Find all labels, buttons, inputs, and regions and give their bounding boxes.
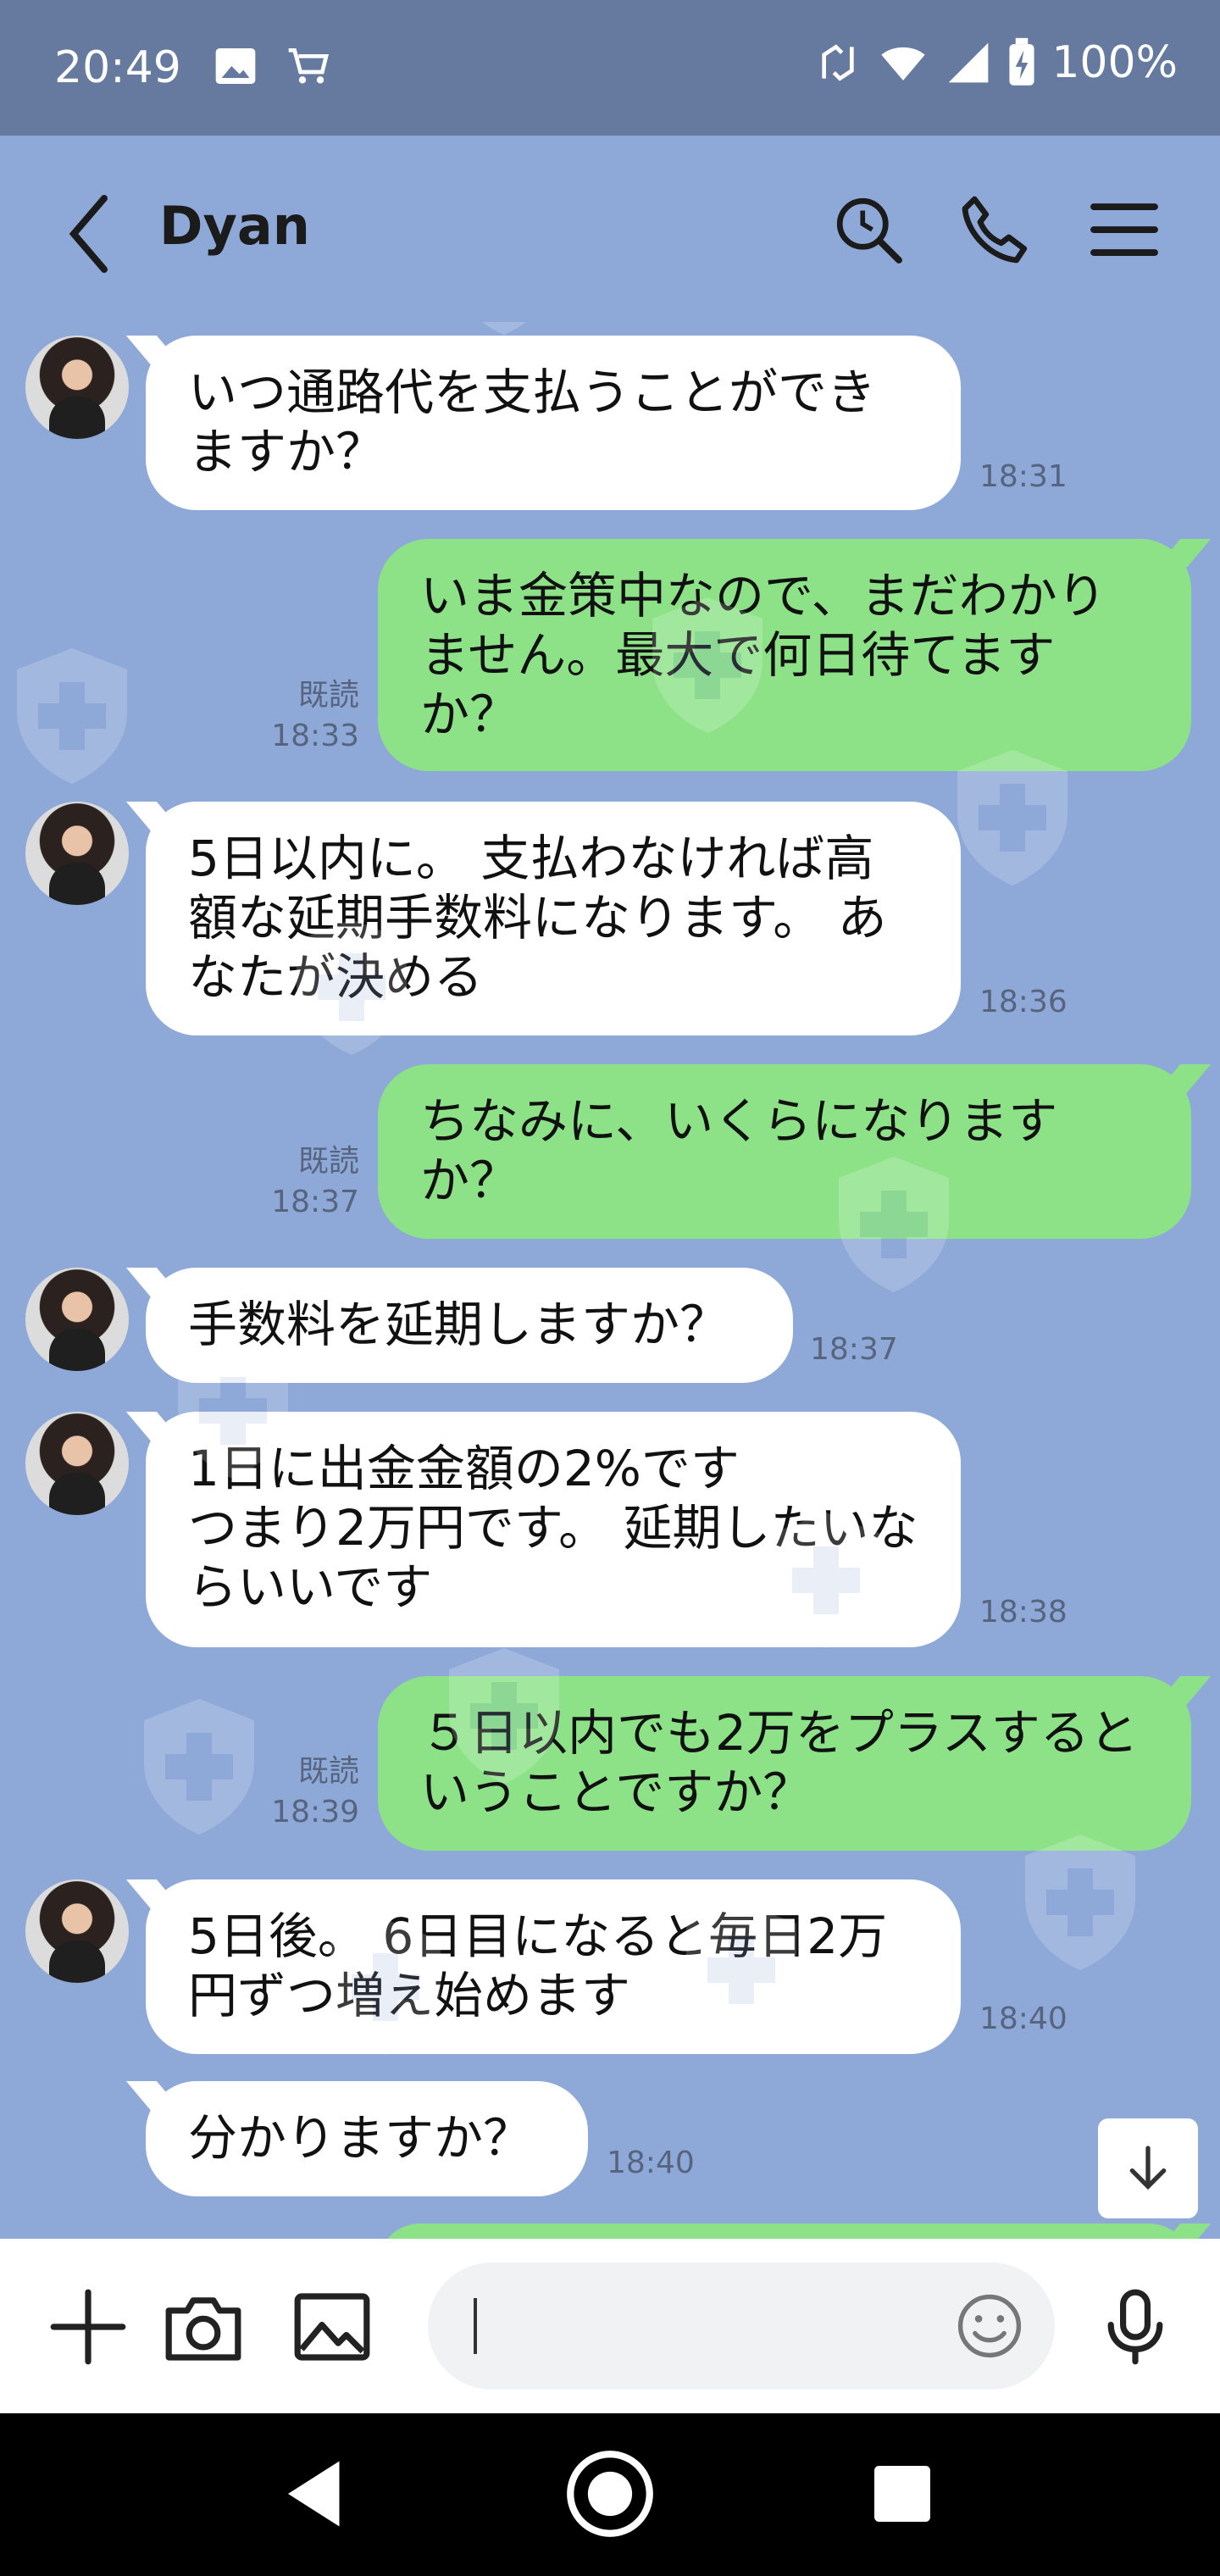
- plus-icon[interactable]: [47, 2286, 129, 2368]
- text-cursor: [474, 2298, 477, 2354]
- nav-home-icon[interactable]: [563, 2447, 657, 2540]
- shield-icon: [17, 648, 127, 784]
- contact-name[interactable]: Dyan: [159, 195, 310, 257]
- cart-icon: [288, 48, 329, 84]
- message-bubble-outgoing[interactable]: ５日以内でも2万をプラスするということですか？: [378, 1676, 1191, 1851]
- back-icon[interactable]: [59, 192, 119, 276]
- signal-icon: [948, 42, 989, 83]
- battery-percent: 100%: [1051, 37, 1178, 88]
- message-input[interactable]: [428, 2262, 1055, 2390]
- message-bubble-incoming[interactable]: 1日に出金金額の2%です つまり2万円です。 延期したいならいいです: [146, 1412, 961, 1647]
- scroll-to-bottom-button[interactable]: [1098, 2118, 1198, 2218]
- read-receipt: 既読: [297, 678, 359, 713]
- system-nav-bar: [0, 2413, 1220, 2576]
- message-time: 18:40: [607, 2146, 695, 2180]
- message-time: 18:37: [271, 1185, 359, 1219]
- emoji-icon[interactable]: [953, 2290, 1026, 2362]
- message-bubble-incoming[interactable]: 手数料を延期しますか？: [146, 1268, 793, 1383]
- message-time: 18:31: [979, 459, 1068, 494]
- message-bubble-incoming[interactable]: 5日後。 6日目になると毎日2万円ずつ増え始めます: [146, 1879, 961, 2054]
- chat-header: Dyan: [0, 136, 1220, 322]
- nav-back-icon[interactable]: [269, 2447, 363, 2540]
- avatar[interactable]: [25, 1268, 129, 1371]
- read-receipt: 既読: [297, 1754, 359, 1789]
- avatar[interactable]: [25, 1412, 129, 1515]
- camera-icon[interactable]: [163, 2286, 244, 2368]
- message-bubble-outgoing[interactable]: [378, 2223, 1191, 2239]
- message-input-bar: [0, 2239, 1220, 2413]
- phone-icon[interactable]: [957, 192, 1034, 268]
- shield-icon: [144, 1699, 254, 1835]
- message-time: 18:38: [979, 1595, 1068, 1629]
- message-bubble-incoming[interactable]: いつ通路代を支払うことができますか？: [146, 336, 961, 510]
- avatar[interactable]: [25, 336, 129, 439]
- battery-icon: [1009, 37, 1034, 86]
- message-time: 18:37: [810, 1332, 898, 1367]
- image-icon[interactable]: [291, 2286, 373, 2368]
- message-time: 18:39: [271, 1795, 359, 1829]
- message-bubble-outgoing[interactable]: ちなみに、いくらになりますか？: [378, 1064, 1191, 1239]
- arrow-down-icon: [1129, 2146, 1167, 2190]
- message-time: 18:33: [271, 719, 359, 753]
- read-receipt: 既読: [297, 1144, 359, 1179]
- message-time: 18:40: [979, 2001, 1068, 2036]
- search-icon[interactable]: [830, 192, 907, 268]
- avatar[interactable]: [25, 802, 129, 905]
- shield-icon: [1025, 1835, 1135, 1970]
- wifi-icon: [881, 47, 925, 80]
- nfc-icon: [822, 44, 854, 81]
- message-time: 18:36: [979, 985, 1068, 1019]
- nav-recents-icon[interactable]: [856, 2447, 949, 2540]
- mic-icon[interactable]: [1095, 2286, 1176, 2368]
- message-bubble-incoming[interactable]: 5日以内に。 支払わなければ高額な延期手数料になります。 あなたが決める: [146, 802, 961, 1035]
- menu-icon[interactable]: [1086, 192, 1162, 268]
- message-bubble-incoming[interactable]: 分かりますか？: [146, 2081, 588, 2196]
- status-bar: 20:49 100%: [0, 0, 1220, 136]
- message-list[interactable]: いつ通路代を支払うことができますか？ 18:31 いま金策中なので、まだわかりま…: [0, 322, 1220, 2239]
- message-bubble-outgoing[interactable]: いま金策中なので、まだわかりません。最大で何日待てますか？: [378, 539, 1191, 771]
- status-time: 20:49: [54, 42, 181, 93]
- gallery-icon: [215, 48, 256, 84]
- avatar[interactable]: [25, 1879, 129, 1983]
